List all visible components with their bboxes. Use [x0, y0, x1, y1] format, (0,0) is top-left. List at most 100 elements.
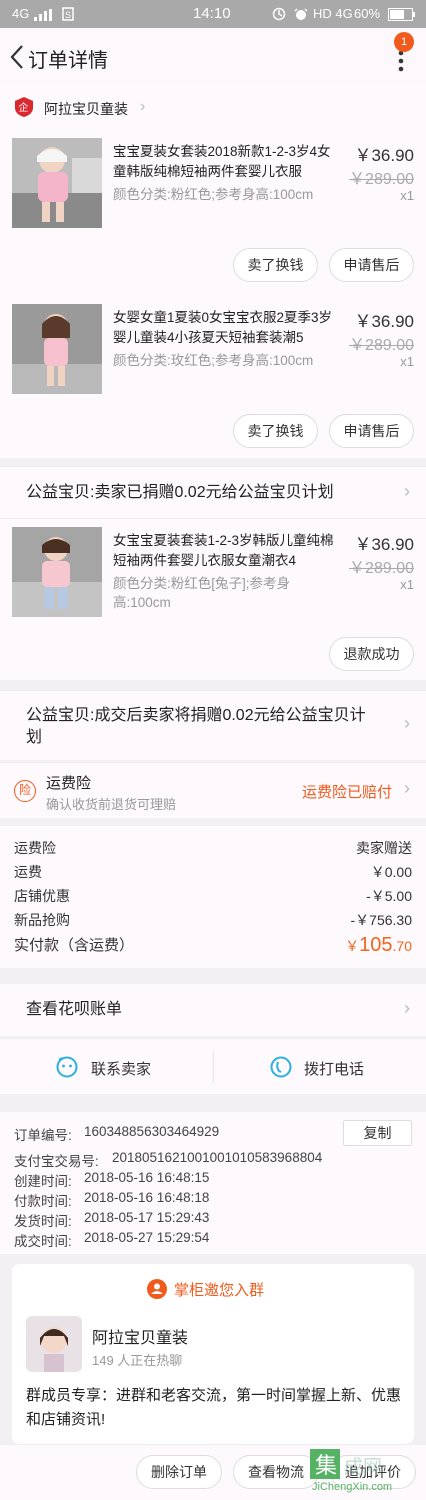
fee-label: 运费险: [14, 840, 56, 856]
page-title: 订单详情: [28, 50, 108, 72]
sim-icon: S: [62, 7, 74, 24]
clock: 14:10: [193, 5, 231, 22]
copy-button[interactable]: 复制: [343, 1120, 412, 1146]
huabei-row[interactable]: 查看花呗账单 ›: [0, 984, 426, 1036]
order-number: 160348856303464929: [84, 1124, 220, 1139]
order-item-section: 女婴女童1夏装0女宝宝衣服2夏季3岁婴儿童装4小孩夏天短袖套装潮5 颜色分类:玫…: [0, 290, 426, 458]
product-price: ￥36.90: [354, 146, 414, 165]
fee-value: -￥5.00: [366, 888, 412, 904]
order-item-section: 女宝宝夏装套装1-2-3岁韩版儿童纯棉短袖两件套婴儿衣服女童潮衣4 颜色分类:粉…: [0, 518, 426, 680]
contact-seller-button[interactable]: 联系卖家: [0, 1039, 213, 1095]
charity-info-row[interactable]: 公益宝贝:成交后卖家将捐赠0.02元给公益宝贝计划 ›: [0, 690, 426, 760]
total-decimal: .70: [392, 938, 412, 954]
watermark-logo: 集成网 JiChengXin.com: [310, 1447, 422, 1497]
product-title: 女婴女童1夏装0女宝宝衣服2夏季3岁婴儿童装4小孩夏天短袖套装潮5: [113, 310, 333, 345]
fee-summary: 运费险 卖家赠送 运费 ￥0.00 店铺优惠 -￥5.00 新品抢购 -￥756.30 …: [0, 826, 426, 968]
fee-row: 新品抢购 -￥756.30: [14, 910, 412, 930]
product-thumbnail: [12, 527, 102, 617]
product-price: ￥36.90: [354, 312, 414, 331]
shop-name: 阿拉宝贝童装: [44, 101, 128, 117]
nav-bar: 订单详情 1: [0, 28, 426, 86]
fee-value: ￥0.00: [370, 864, 412, 880]
insurance-icon: 险: [14, 780, 36, 802]
watermark-text: JiChengXin.com: [312, 1481, 393, 1493]
total-integer: 105: [359, 934, 393, 956]
info-label: 发货时间:: [14, 1214, 72, 1229]
delete-order-button[interactable]: 删除订单: [136, 1455, 222, 1489]
huabei-label: 查看花呗账单: [26, 1001, 123, 1018]
total-amount: ￥105.70: [345, 934, 412, 957]
apply-aftersale-button[interactable]: 申请售后: [329, 414, 414, 448]
total-currency: ￥: [345, 938, 360, 954]
fee-row: 店铺优惠 -￥5.00: [14, 886, 412, 906]
insurance-title: 运费险: [46, 775, 92, 792]
completed-time-row: 成交时间: 2018-05-27 15:29:54: [14, 1230, 209, 1250]
product-original-price: ￥289.00: [349, 171, 414, 188]
battery-icon: [388, 8, 416, 24]
fee-value: 卖家赠送: [356, 840, 412, 856]
alarm-icon: [294, 7, 308, 24]
fee-row: 运费 ￥0.00: [14, 862, 412, 882]
product-quantity: x1: [400, 354, 414, 369]
svg-text:S: S: [65, 10, 71, 20]
signal-icon: [34, 9, 54, 24]
info-label: 成交时间:: [14, 1234, 72, 1249]
group-description: 群成员专享：进群和老客交流，第一时间掌握上新、优惠和店铺资讯!: [26, 1387, 402, 1428]
product-original-price: ￥289.00: [349, 337, 414, 354]
chevron-right-icon: ›: [140, 98, 146, 115]
total-row: 实付款（含运费） ￥105.70: [14, 934, 412, 957]
chat-bubble-icon: [56, 1056, 78, 1081]
fee-label: 新品抢购: [14, 912, 70, 928]
view-logistics-button[interactable]: 查看物流: [233, 1455, 319, 1489]
shipped-time-row: 发货时间: 2018-05-17 15:29:43: [14, 1210, 209, 1230]
hd-indicator: HD 4G: [313, 6, 353, 21]
shop-header[interactable]: 企 阿拉宝贝童装 ›: [0, 86, 426, 130]
charity-text: 公益宝贝:卖家已捐赠0.02元给公益宝贝计划: [26, 484, 334, 501]
product-title: 女宝宝夏装套装1-2-3岁韩版儿童纯棉短袖两件套婴儿衣服女童潮衣4: [113, 533, 334, 568]
group-invite-header: 掌柜邀您入群: [174, 1282, 265, 1299]
product-quantity: x1: [400, 577, 414, 592]
chevron-right-icon: ›: [404, 481, 410, 501]
product-sku: 颜色分类:玫红色;参考身高:100cm: [113, 353, 314, 368]
notification-badge: 1: [394, 32, 414, 52]
call-phone-label: 拨打电话: [304, 1061, 365, 1078]
sell-exchange-button[interactable]: 卖了换钱: [233, 248, 318, 282]
sell-exchange-button[interactable]: 卖了换钱: [233, 414, 318, 448]
wifi-icon: [272, 7, 286, 24]
product-sku: 颜色分类:粉红色;参考身高:100cm: [113, 187, 314, 202]
svg-text:企: 企: [19, 101, 29, 114]
created-time: 2018-05-16 16:48:15: [84, 1170, 210, 1185]
apply-aftersale-button[interactable]: 申请售后: [329, 248, 414, 282]
order-item[interactable]: 宝宝夏装女套装2018新款1-2-3岁4女童韩版纯棉短袖两件套婴儿衣服 颜色分类…: [0, 138, 426, 228]
info-label: 创建时间:: [14, 1174, 72, 1189]
bottom-action-bar: 删除订单 查看物流 追加评价 集成网 JiChengXin.com: [0, 1444, 426, 1500]
refund-success-button[interactable]: 退款成功: [329, 637, 414, 671]
back-arrow-icon[interactable]: [8, 42, 26, 72]
call-phone-button[interactable]: 拨打电话: [214, 1039, 426, 1095]
product-sku: 颜色分类:粉红色[兔子];参考身高:100cm: [113, 576, 291, 610]
order-item[interactable]: 女宝宝夏装套装1-2-3岁韩版儿童纯棉短袖两件套婴儿衣服女童潮衣4 颜色分类:粉…: [0, 527, 426, 617]
more-menu-icon[interactable]: [398, 50, 404, 72]
fee-value: -￥756.30: [350, 912, 412, 928]
order-info: 订单编号: 160348856303464929 复制 支付宝交易号: 201805…: [0, 1112, 426, 1254]
shipping-insurance-row[interactable]: 险 运费险 确认收货前退货可理赔 运费险已赔付 ›: [0, 762, 426, 818]
contact-bar: 联系卖家 拨打电话: [0, 1038, 426, 1094]
svg-text:集: 集: [315, 1454, 337, 1479]
group-name: 阿拉宝贝童装: [92, 1330, 189, 1347]
group-invite-card[interactable]: 掌柜邀您入群 阿拉宝贝童装 149 人正在热聊 群成员专享：进群和老客交流，第一…: [12, 1264, 414, 1444]
charity-text: 公益宝贝:成交后卖家将捐赠0.02元给公益宝贝计划: [26, 707, 366, 746]
network-indicator: 4G: [12, 6, 30, 21]
alipay-trade-row: 支付宝交易号: 2018051621001001010583968804: [14, 1150, 322, 1170]
charity-info-row[interactable]: 公益宝贝:卖家已捐赠0.02元给公益宝贝计划 ›: [0, 466, 426, 518]
chevron-right-icon: ›: [404, 998, 410, 1018]
info-label: 付款时间:: [14, 1194, 72, 1209]
product-thumbnail: [12, 138, 102, 228]
info-label: 支付宝交易号:: [14, 1154, 99, 1169]
contact-seller-label: 联系卖家: [91, 1061, 152, 1078]
fee-label: 店铺优惠: [14, 888, 70, 904]
phone-icon: [270, 1056, 292, 1081]
group-member-count: 149 人正在热聊: [92, 1353, 183, 1368]
completed-time: 2018-05-27 15:29:54: [84, 1230, 210, 1245]
product-title: 宝宝夏装女套装2018新款1-2-3岁4女童韩版纯棉短袖两件套婴儿衣服: [113, 144, 331, 179]
order-item[interactable]: 女婴女童1夏装0女宝宝衣服2夏季3岁婴儿童装4小孩夏天短袖套装潮5 颜色分类:玫…: [0, 304, 426, 394]
